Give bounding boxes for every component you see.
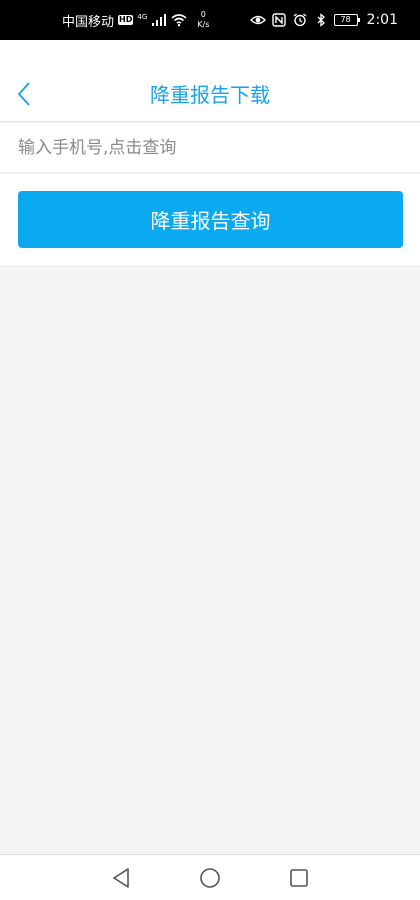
query-button-area: 降重报告查询: [0, 174, 420, 267]
network-speed: 0 K/s: [197, 10, 209, 30]
speed-value: 0: [200, 10, 206, 19]
nav-back-button[interactable]: [106, 864, 136, 892]
status-bar: 中国移动 HD 4G 0 K/s 78 2:01: [0, 0, 420, 40]
nfc-icon: [271, 13, 286, 27]
network-type-label: 4G: [137, 13, 148, 21]
page-title: 降重报告下载: [150, 83, 270, 107]
alarm-icon: [293, 13, 306, 27]
eye-icon: [249, 15, 266, 25]
navigation-bar: [0, 854, 420, 900]
back-triangle-icon: [113, 868, 129, 888]
battery-level: 78: [340, 15, 351, 24]
speed-unit: K/s: [197, 20, 210, 29]
wifi-icon: [171, 14, 187, 27]
nav-recents-button[interactable]: [284, 864, 314, 892]
hd-badge: HD: [118, 15, 134, 25]
signal-icon: [152, 14, 167, 26]
phone-number-input[interactable]: [18, 133, 398, 163]
status-bar-left: 中国移动 HD 4G 0 K/s: [62, 0, 209, 40]
phone-search-row: [0, 123, 420, 173]
recents-square-icon: [290, 869, 308, 887]
clock: 2:01: [366, 12, 398, 28]
bluetooth-icon: [317, 13, 325, 27]
home-circle-icon: [200, 868, 220, 888]
nav-home-button[interactable]: [195, 864, 225, 892]
header: 降重报告下载: [0, 40, 420, 122]
report-query-button[interactable]: 降重报告查询: [18, 191, 403, 248]
battery-icon: 78: [333, 14, 360, 26]
status-bar-right: 78 2:01: [249, 0, 398, 40]
carrier-label: 中国移动: [62, 14, 115, 30]
